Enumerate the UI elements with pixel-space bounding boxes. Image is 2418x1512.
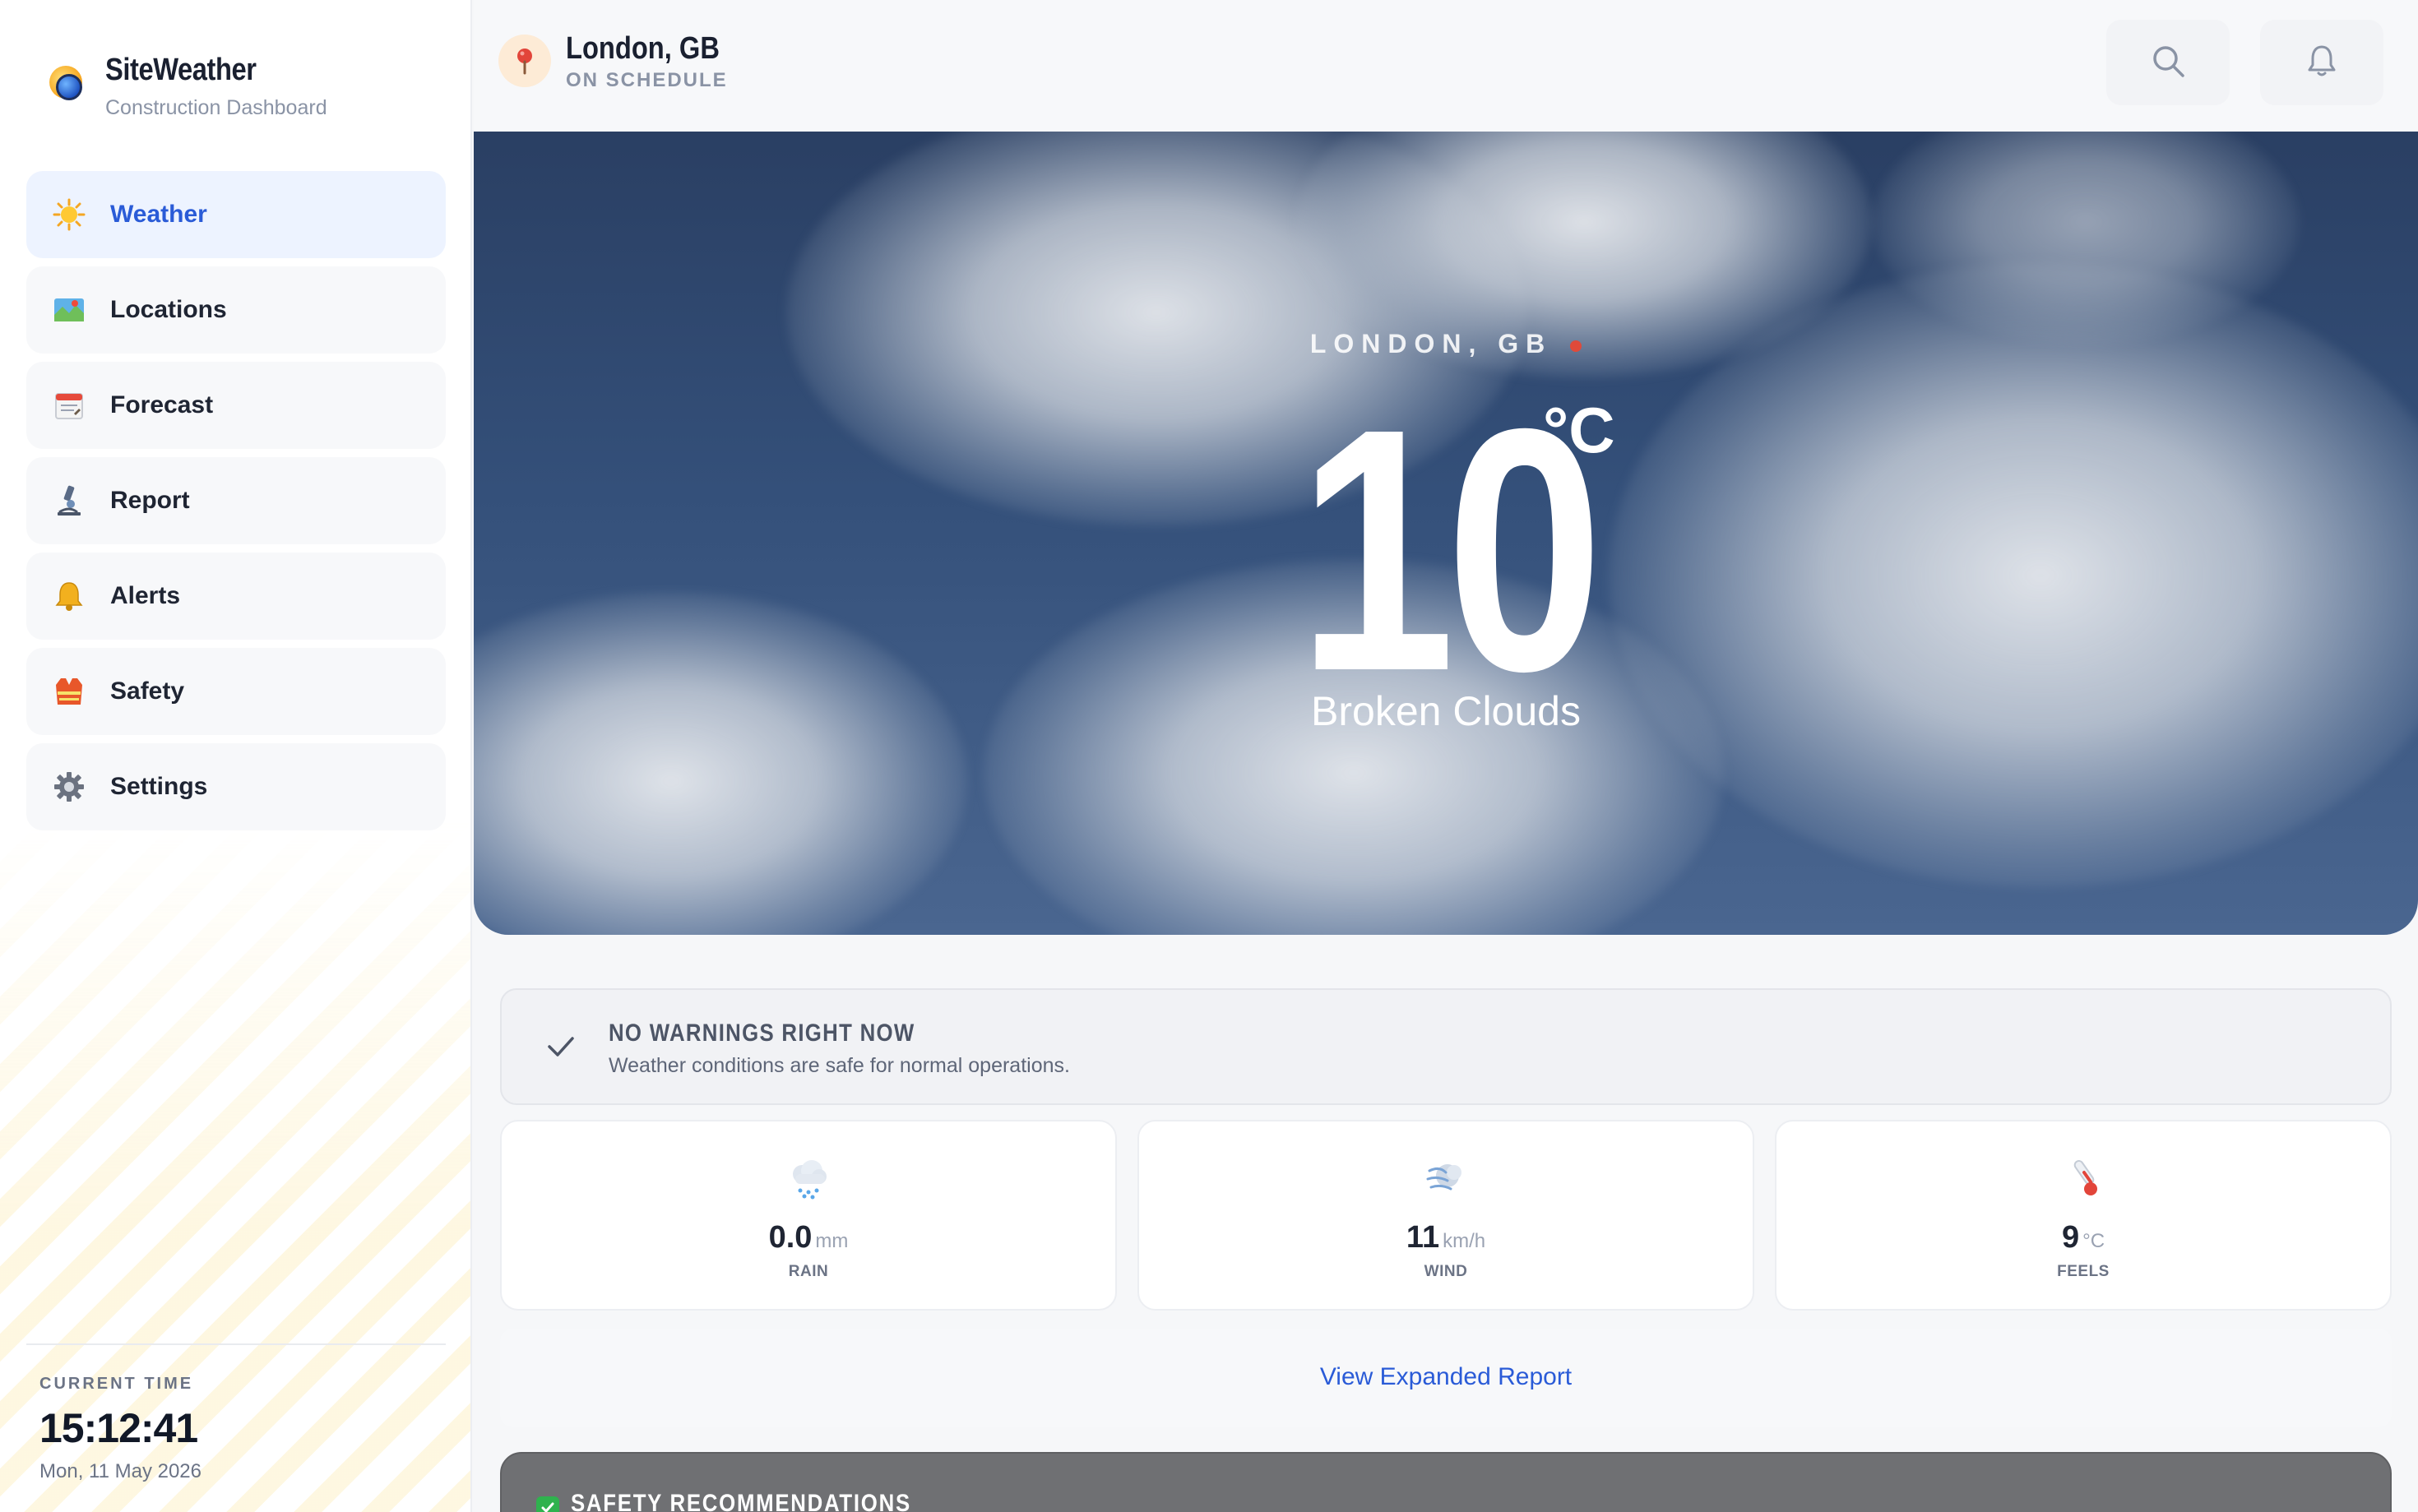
search-icon [2150,43,2186,83]
current-time-caption: CURRENT TIME [39,1375,194,1393]
safety-recommendations-title: SAFETY RECOMMENDATIONS [571,1490,911,1512]
microscope-icon [53,484,86,517]
check-mark-button-icon [536,1496,559,1512]
warning-banner: NO WARNINGS RIGHT NOW Weather conditions… [500,988,2392,1105]
view-expanded-report-link[interactable]: View Expanded Report [500,1363,2392,1391]
notifications-button[interactable] [2260,20,2383,105]
sidebar: SiteWeather Construction Dashboard Weath… [0,0,472,1512]
feels-like-label: FEELS [2057,1263,2110,1280]
bell-icon [2304,43,2340,83]
rain-label: RAIN [788,1263,829,1280]
thermometer-icon [1776,1154,2390,1200]
pin-icon [1570,340,1582,352]
current-weather-hero: LONDON, GB 10 °C Broken Clouds [474,132,2418,935]
metric-value: 0.0 mm [502,1220,1115,1255]
warning-title: NO WARNINGS RIGHT NOW [609,1020,915,1047]
weather-condition: Broken Clouds [1311,688,1581,734]
sidebar-item-forecast[interactable]: Forecast [26,362,446,449]
sidebar-item-label: Safety [110,677,185,705]
header-location: London, GB [566,31,720,66]
sidebar-item-label: Settings [110,773,208,800]
brand[interactable]: SiteWeather Construction Dashboard [46,51,327,120]
wind-unit: km/h [1443,1230,1486,1252]
sidebar-nav: Weather Locations Forecast Report Alerts… [26,171,446,839]
sidebar-item-alerts[interactable]: Alerts [26,553,446,640]
brand-text: SiteWeather Construction Dashboard [105,51,327,120]
safety-vest-icon [53,675,86,708]
hero-location-text: LONDON, GB [1309,329,1553,358]
gear-icon [53,770,86,803]
hero-location: LONDON, GB [474,329,2418,359]
sidebar-item-locations[interactable]: Locations [26,266,446,354]
pin-icon [498,35,551,87]
calendar-icon [53,389,86,422]
warning-message: Weather conditions are safe for normal o… [609,1054,1070,1077]
checkmark-icon [544,1029,577,1066]
rain-cloud-icon [502,1154,1115,1200]
temperature-unit: °C [1543,394,1615,466]
sidebar-item-label: Weather [110,201,207,228]
sidebar-item-report[interactable]: Report [26,457,446,544]
wind-icon [1139,1154,1753,1200]
sidebar-item-label: Forecast [110,391,214,418]
brand-subtitle: Construction Dashboard [105,96,327,119]
metric-value: 11 km/h [1139,1220,1753,1255]
search-button[interactable] [2106,20,2230,105]
sidebar-item-weather[interactable]: Weather [26,171,446,258]
current-temperature: 10 [1297,358,1604,743]
sidebar-item-label: Alerts [110,582,181,609]
map-icon [53,294,86,326]
wind-label: WIND [1424,1263,1468,1280]
wind-value: 11 [1406,1220,1440,1255]
brand-title: SiteWeather [105,53,257,87]
metric-card-feels-like: 9 °C FEELS [1775,1120,2392,1311]
metric-card-wind: 11 km/h WIND [1137,1120,1754,1311]
bell-icon [53,580,86,613]
feels-like-value: 9 [2061,1220,2080,1255]
top-bar: London, GB ON SCHEDULE [474,0,2418,132]
metric-card-rain: 0.0 mm RAIN [500,1120,1117,1311]
rain-value: 0.0 [768,1220,813,1255]
sidebar-item-label: Locations [110,296,227,323]
sidebar-item-label: Report [110,487,190,514]
current-time: 15:12:41 [39,1405,198,1451]
sidebar-divider [26,1343,446,1345]
weather-metrics: 0.0 mm RAIN 11 km/h WIND 9 °C FEELS [500,1120,2392,1311]
siteweather-logo-icon [46,62,86,102]
rain-unit: mm [815,1230,849,1252]
metric-value: 9 °C [1776,1220,2390,1255]
schedule-status: ON SCHEDULE [566,69,728,91]
current-date: Mon, 11 May 2026 [39,1460,202,1482]
safety-recommendations-panel[interactable]: SAFETY RECOMMENDATIONS [500,1452,2392,1512]
sun-icon [53,198,86,231]
expanded-report-bar: View Expanded Report [500,1329,2392,1427]
feels-like-unit: °C [2082,1230,2105,1252]
sidebar-item-safety[interactable]: Safety [26,648,446,735]
sidebar-item-settings[interactable]: Settings [26,743,446,830]
